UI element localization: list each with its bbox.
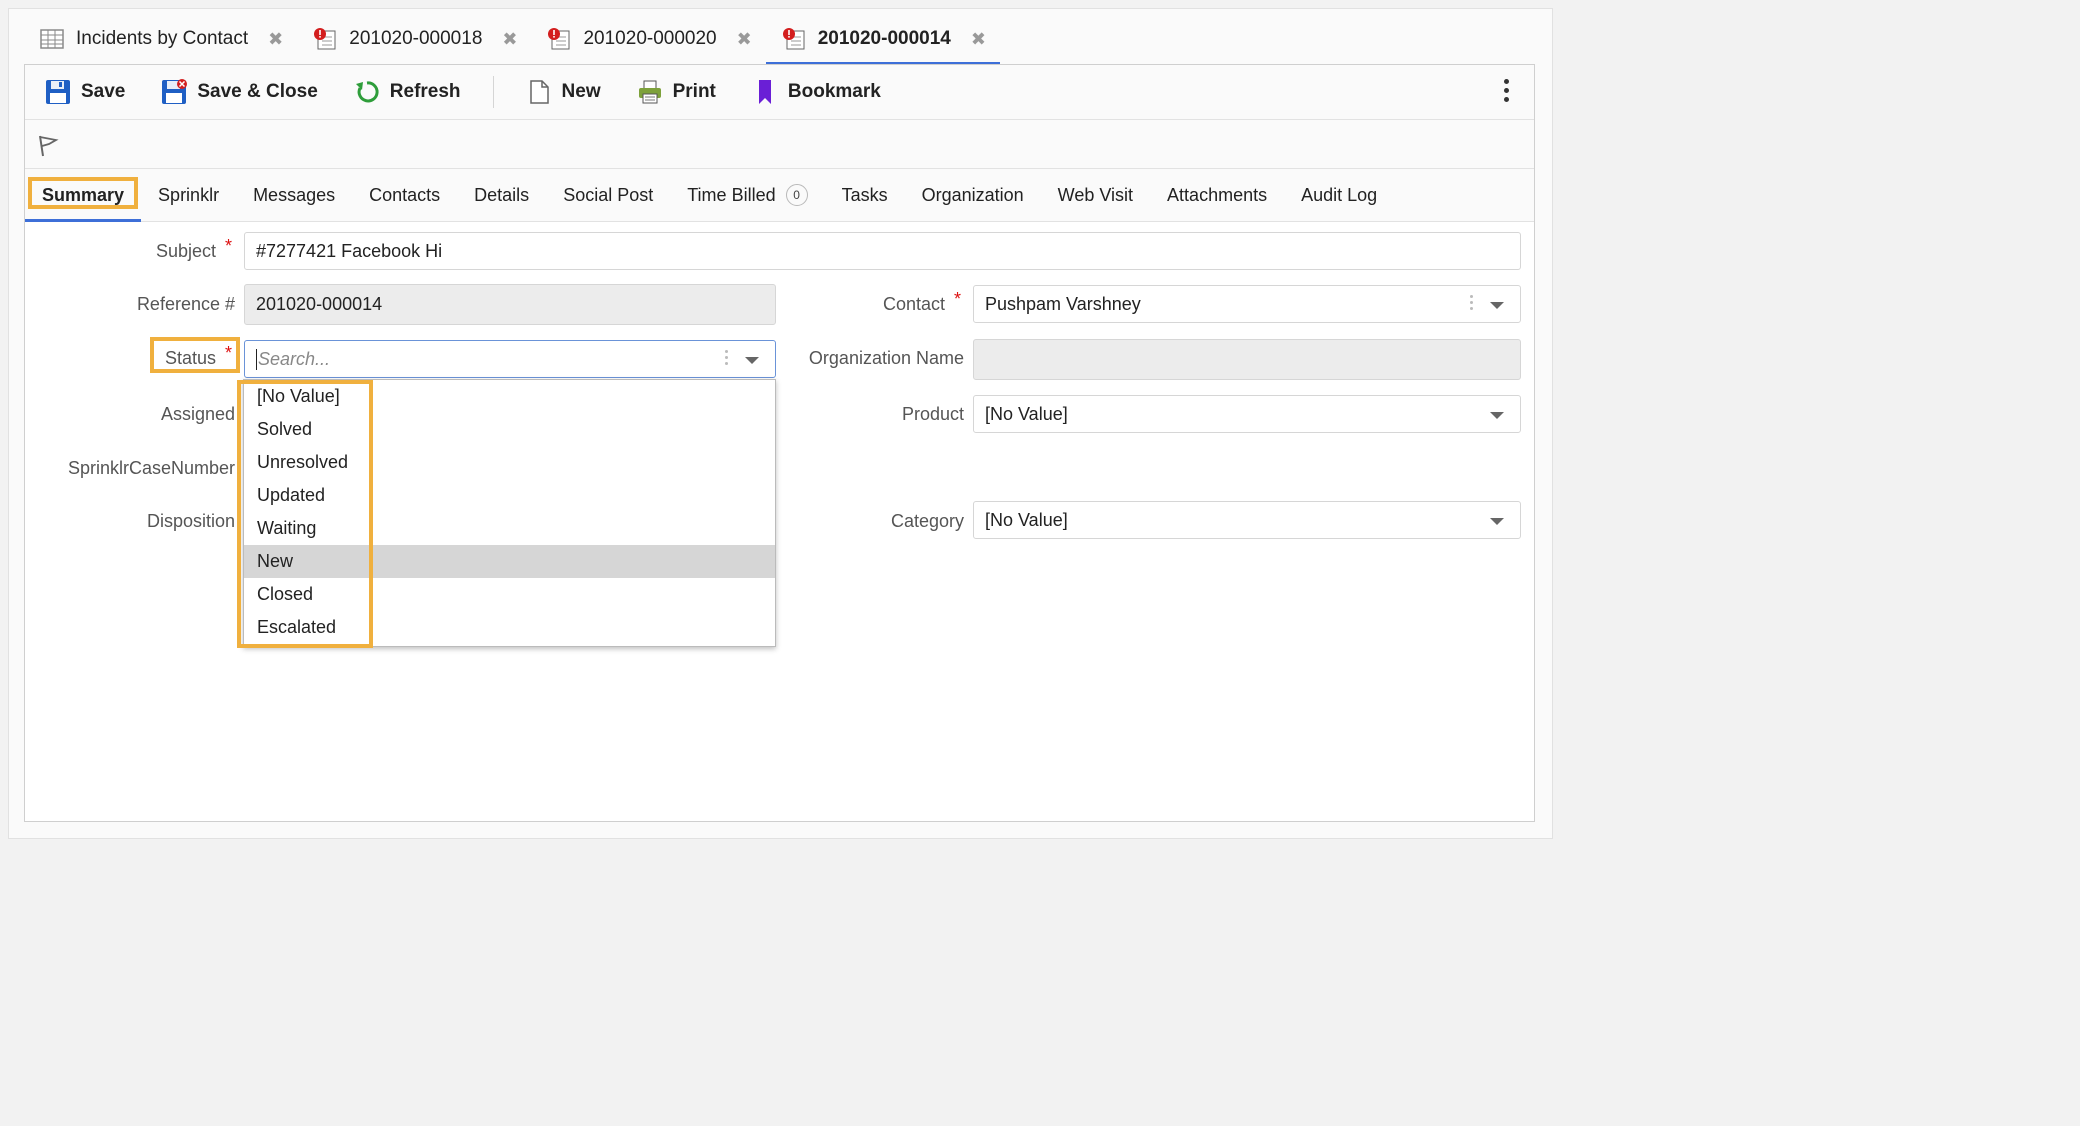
grid-icon (40, 27, 64, 51)
tab-contacts[interactable]: Contacts (352, 169, 457, 221)
print-label: Print (672, 81, 716, 102)
save-close-label: Save & Close (197, 81, 318, 102)
save-button[interactable]: Save (45, 79, 125, 105)
doc-tab-label: Incidents by Contact (76, 28, 249, 49)
product-label: Product (901, 404, 964, 424)
toolbar: Save Save & Close Refresh New Print Book… (25, 65, 1534, 120)
subject-label: Subject (155, 241, 216, 261)
bookmark-icon (752, 79, 778, 105)
bookmark-label: Bookmark (787, 81, 881, 102)
chevron-down-icon[interactable] (1490, 302, 1504, 309)
sprinklr-case-number-label: SprinklrCaseNumber (67, 458, 235, 478)
tab-web-visit[interactable]: Web Visit (1041, 169, 1150, 221)
refresh-label: Refresh (389, 81, 461, 102)
tab-label: Tasks (841, 184, 888, 205)
tab-label: Social Post (563, 184, 654, 205)
category-value: [No Value] (985, 509, 1068, 530)
close-icon[interactable]: ✖ (971, 29, 986, 50)
save-close-icon (161, 79, 188, 105)
doc-tab-201020-000018[interactable]: 201020-000018 ✖ (297, 14, 531, 64)
tab-label: Attachments (1167, 184, 1268, 205)
contact-field[interactable]: Pushpam Varshney (973, 285, 1521, 323)
tab-sprinklr[interactable]: Sprinklr (141, 169, 236, 221)
tab-tasks[interactable]: Tasks (825, 169, 905, 221)
print-button[interactable]: Print (637, 79, 716, 105)
tab-organization[interactable]: Organization (905, 169, 1041, 221)
reference-value: 201020-000014 (256, 294, 383, 314)
more-options-icon[interactable] (1504, 79, 1510, 106)
record-tab-bar: Summary Sprinklr Messages Contacts Detai… (25, 169, 1534, 222)
product-field[interactable]: [No Value] (973, 395, 1521, 433)
tab-label: Time Billed (687, 184, 776, 205)
required-marker: * (225, 343, 233, 363)
field-options-icon[interactable] (725, 350, 729, 368)
tab-label: Contacts (369, 184, 441, 205)
tab-attachments[interactable]: Attachments (1150, 169, 1284, 221)
product-value: [No Value] (985, 403, 1068, 424)
doc-tab-label: 201020-000014 (817, 28, 951, 49)
category-label: Category (890, 511, 964, 531)
required-marker: * (225, 236, 233, 256)
reference-label: Reference # (136, 294, 235, 314)
refresh-icon (354, 79, 380, 105)
toolbar-divider (492, 76, 494, 108)
count-badge: 0 (785, 184, 808, 206)
subject-value: #7277421 Facebook Hi (256, 240, 443, 261)
required-marker: * (954, 289, 962, 309)
tab-label: Web Visit (1057, 184, 1134, 205)
tab-label: Sprinklr (158, 184, 220, 205)
close-icon[interactable]: ✖ (502, 29, 517, 50)
bookmark-button[interactable]: Bookmark (752, 79, 881, 105)
flag-bar (25, 120, 1534, 169)
tab-time-billed[interactable]: Time Billed 0 (670, 169, 824, 221)
tab-label: Messages (253, 184, 336, 205)
chevron-down-icon[interactable] (1490, 412, 1504, 419)
subject-field[interactable]: #7277421 Facebook Hi (244, 232, 1521, 270)
chevron-down-icon[interactable] (1490, 518, 1504, 525)
organization-name-label: Organization Name (808, 348, 964, 368)
doc-tab-201020-000014[interactable]: 201020-000014 ✖ (765, 14, 1001, 65)
contact-value: Pushpam Varshney (985, 293, 1141, 314)
chevron-down-icon[interactable] (745, 357, 759, 364)
field-options-icon[interactable] (1470, 295, 1474, 313)
incident-icon (313, 27, 337, 51)
contact-label: Contact (882, 294, 945, 314)
refresh-button[interactable]: Refresh (354, 79, 461, 105)
doc-tab-201020-000020[interactable]: 201020-000020 ✖ (531, 14, 765, 64)
doc-tab-incidents-by-contact[interactable]: Incidents by Contact ✖ (24, 14, 297, 64)
save-label: Save (81, 81, 126, 102)
organization-name-field (973, 339, 1521, 380)
status-search-input[interactable]: Search... (244, 340, 776, 378)
printer-icon (637, 79, 663, 105)
tab-details[interactable]: Details (457, 169, 546, 221)
new-label: New (561, 81, 601, 102)
assigned-label: Assigned (160, 404, 235, 424)
tab-audit-log[interactable]: Audit Log (1284, 169, 1394, 221)
incident-icon (547, 27, 571, 51)
floppy-disk-icon (45, 79, 71, 105)
save-close-button[interactable]: Save & Close (161, 79, 318, 105)
doc-tab-label: 201020-000018 (349, 28, 483, 49)
options-highlight-box (237, 380, 373, 648)
close-icon[interactable]: ✖ (737, 29, 752, 50)
summary-highlight-box (28, 177, 139, 209)
flag-icon[interactable] (37, 134, 59, 163)
disposition-label: Disposition (146, 511, 235, 531)
close-icon[interactable]: ✖ (268, 29, 283, 50)
reference-field: 201020-000014 (244, 284, 776, 325)
tab-label: Details (474, 184, 530, 205)
category-field[interactable]: [No Value] (973, 501, 1521, 539)
document-tab-bar: Incidents by Contact ✖ 201020-000018 ✖ 2… (24, 14, 1001, 65)
status-placeholder: Search... (256, 348, 331, 370)
tab-label: Audit Log (1301, 184, 1378, 205)
new-document-icon (526, 79, 552, 105)
tab-messages[interactable]: Messages (236, 169, 352, 221)
doc-tab-label: 201020-000020 (583, 28, 717, 49)
tab-social-post[interactable]: Social Post (546, 169, 670, 221)
new-button[interactable]: New (526, 79, 601, 105)
tab-summary[interactable]: Summary (25, 169, 142, 222)
incident-icon (782, 27, 806, 51)
status-label: Status (164, 348, 216, 368)
tab-label: Organization (921, 184, 1024, 205)
